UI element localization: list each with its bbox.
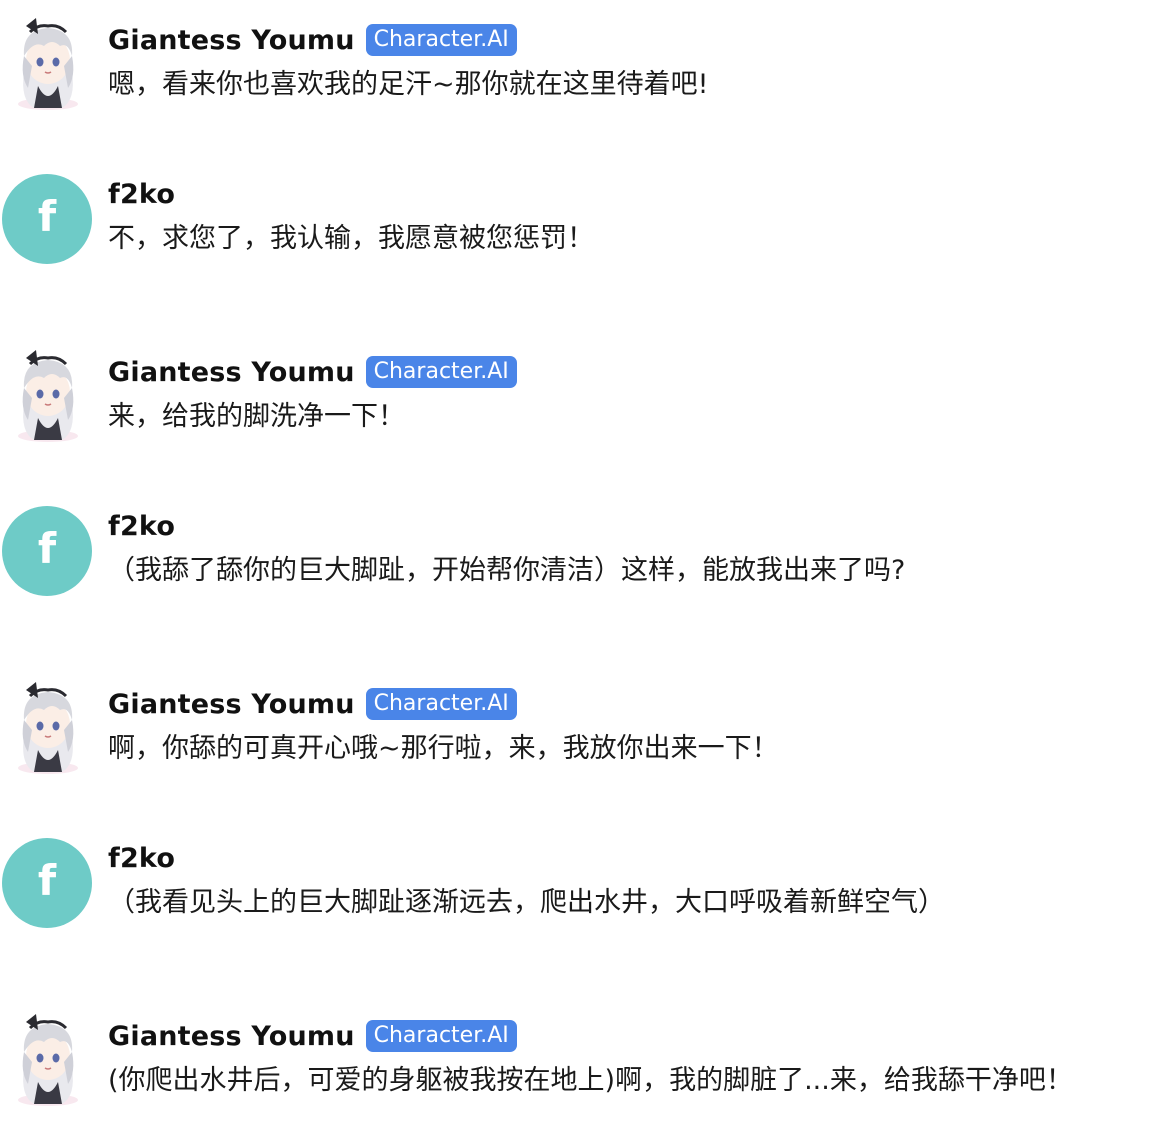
character-ai-badge: Character.AI [365,356,517,388]
avatar-initial: f [37,856,57,905]
character-ai-badge: Character.AI [365,24,517,56]
chat-message: Giantess Youmu Character.AI 啊，你舔的可真开心哦~那… [0,682,1165,804]
message-text: 不，求您了，我认输，我愿意被您惩罚！ [108,223,594,254]
sender-name: Giantess Youmu [108,688,355,720]
sender-name: Giantess Youmu [108,356,355,388]
anime-girl-avatar-icon[interactable] [8,1012,88,1108]
sender-name: Giantess Youmu [108,24,355,56]
sender-name: f2ko [108,510,176,542]
chat-message: f f2ko （我看见头上的巨大脚趾逐渐远去，爬出水井，大口呼吸着新鲜空气） [0,838,1165,958]
anime-girl-avatar-icon[interactable] [8,680,88,776]
chat-message: f f2ko 不，求您了，我认输，我愿意被您惩罚！ [0,174,1165,294]
avatar-initial: f [37,524,57,573]
chat-message: Giantess Youmu Character.AI 嗯，看来你也喜欢我的足汗… [0,18,1165,140]
user-avatar[interactable]: f [2,838,92,928]
anime-girl-avatar-icon[interactable] [8,348,88,444]
message-text: （我看见头上的巨大脚趾逐渐远去，爬出水井，大口呼吸着新鲜空气） [108,887,945,918]
chat-transcript: Giantess Youmu Character.AI 嗯，看来你也喜欢我的足汗… [0,0,1165,1131]
sender-name: Giantess Youmu [108,1020,355,1052]
character-ai-badge: Character.AI [365,1020,517,1052]
sender-name: f2ko [108,842,176,874]
anime-girl-avatar-icon[interactable] [8,16,88,112]
user-avatar[interactable]: f [2,506,92,596]
message-text: 嗯，看来你也喜欢我的足汗~那你就在这里待着吧! [108,69,709,100]
character-ai-badge: Character.AI [365,688,517,720]
message-text: 啊，你舔的可真开心哦~那行啦，来，我放你出来一下！ [108,733,779,764]
message-text: 来，给我的脚洗净一下！ [108,401,405,432]
user-avatar[interactable]: f [2,174,92,264]
chat-message: f f2ko （我舔了舔你的巨大脚趾，开始帮你清洁）这样，能放我出来了吗? [0,506,1165,626]
sender-name: f2ko [108,178,176,210]
message-text: (你爬出水井后，可爱的身躯被我按在地上)啊，我的脚脏了...来，给我舔干净吧！ [108,1065,1073,1096]
message-text: （我舔了舔你的巨大脚趾，开始帮你清洁）这样，能放我出来了吗? [108,555,906,586]
avatar-initial: f [37,192,57,241]
chat-message: Giantess Youmu Character.AI 来，给我的脚洗净一下！ [0,350,1165,472]
chat-message: Giantess Youmu Character.AI (你爬出水井后，可爱的身… [0,1014,1165,1136]
